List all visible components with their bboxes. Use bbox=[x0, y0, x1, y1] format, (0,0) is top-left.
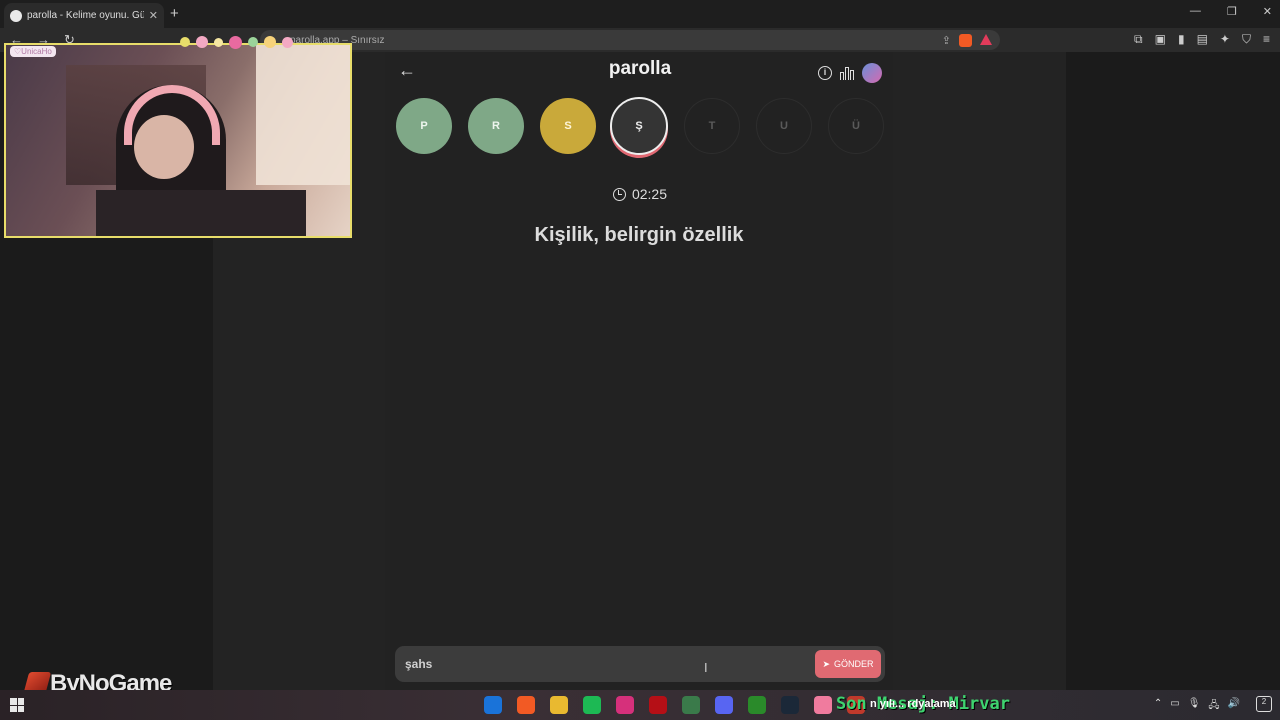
outlook-icon[interactable] bbox=[484, 696, 502, 714]
brave-icon[interactable] bbox=[517, 696, 535, 714]
letter-circle: P bbox=[396, 98, 452, 154]
letter-char: S bbox=[564, 120, 572, 132]
browser-tab[interactable]: parolla - Kelime oyunu. Günlük ✕ bbox=[4, 3, 164, 28]
screen: parolla - Kelime oyunu. Günlük ✕ + — ❐ ✕… bbox=[0, 0, 1280, 720]
right-column bbox=[893, 52, 1066, 690]
steam-icon[interactable] bbox=[781, 696, 799, 714]
stats-icon[interactable] bbox=[840, 66, 854, 80]
window-controls: — ❐ ✕ bbox=[1190, 5, 1272, 18]
windows-start-icon[interactable] bbox=[10, 698, 24, 712]
volume-icon[interactable]: 🔊 bbox=[1228, 698, 1240, 715]
letter-char: Ü bbox=[852, 120, 860, 132]
app-icon[interactable] bbox=[682, 696, 700, 714]
header-icons: i bbox=[818, 63, 882, 83]
tray-chevron-icon[interactable]: ⌃ bbox=[1154, 698, 1162, 715]
letter-circle: U bbox=[756, 98, 812, 154]
tab-close-icon[interactable]: ✕ bbox=[149, 9, 158, 22]
tray-battery-icon[interactable]: ▭ bbox=[1170, 698, 1179, 715]
leo-icon[interactable]: ✦ bbox=[1220, 32, 1230, 47]
clue-text: Kişilik, belirgin özellik bbox=[534, 224, 744, 246]
url-icons: ⇪ bbox=[942, 33, 1000, 47]
wallet-icon[interactable]: ▤ bbox=[1197, 32, 1208, 47]
minimize-button[interactable]: — bbox=[1190, 5, 1201, 18]
letter-char: Ş bbox=[635, 120, 643, 132]
letter-circle: S bbox=[540, 98, 596, 154]
letter-circle: R bbox=[468, 98, 524, 154]
text-cursor-icon: I bbox=[704, 660, 708, 675]
network-icon[interactable]: 🖧 bbox=[1208, 698, 1219, 715]
send-icon: ➤ bbox=[822, 658, 831, 669]
instagram-icon[interactable] bbox=[616, 696, 634, 714]
extensions-icon[interactable]: ⧉ bbox=[1134, 32, 1143, 47]
info-icon[interactable]: i bbox=[818, 66, 832, 80]
flower-decoration bbox=[180, 34, 360, 50]
chrome-icon[interactable] bbox=[550, 696, 568, 714]
timer-value: 02:25 bbox=[631, 186, 668, 202]
taskbar-apps bbox=[484, 696, 865, 714]
answer-bar: I ➤ GÖNDER bbox=[395, 646, 885, 682]
parolla-favicon-icon bbox=[10, 9, 22, 22]
brave-rewards-icon[interactable] bbox=[980, 33, 992, 45]
tab-strip: parolla - Kelime oyunu. Günlük ✕ + — ❐ ✕ bbox=[0, 0, 1280, 28]
letter-circle: Ü bbox=[828, 98, 884, 154]
webcam-window bbox=[256, 45, 350, 185]
letter-circle-current: Ş bbox=[610, 97, 668, 155]
xbox-icon[interactable] bbox=[748, 696, 766, 714]
taskbar: Son Mesaj: Mirvar n yılı... rdyalama ⌃ ▭… bbox=[0, 690, 1280, 720]
send-label: GÖNDER bbox=[834, 659, 874, 669]
webcam-desk bbox=[96, 190, 306, 236]
vpn-icon[interactable]: ⛉ bbox=[1242, 32, 1251, 47]
toolbar-right: ⧉ ▣ ▮ ▤ ✦ ⛉ ≡ bbox=[1134, 32, 1270, 47]
system-tray: ⌃ ▭ 🎙 🖧 🔊 bbox=[1154, 698, 1240, 715]
new-tab-button[interactable]: + bbox=[170, 5, 179, 22]
avatar[interactable] bbox=[862, 63, 882, 83]
menu-icon[interactable]: ≡ bbox=[1263, 32, 1270, 47]
answer-input[interactable] bbox=[405, 646, 705, 682]
send-button[interactable]: ➤ GÖNDER bbox=[815, 650, 881, 678]
letter-circle: T bbox=[684, 98, 740, 154]
notification-icon[interactable]: 2 bbox=[1256, 696, 1272, 712]
page-title: parolla bbox=[608, 58, 672, 79]
ticker-subtext: n yılı... rdyalama bbox=[870, 698, 956, 710]
timer: 02:25 bbox=[585, 186, 695, 202]
webcam-overlay: ♡UnicaHo bbox=[4, 43, 352, 238]
address-bar[interactable]: parolla.app – Sınırsız ⇪ bbox=[260, 30, 1000, 50]
letter-wheel: P R S Ş T U Ü bbox=[396, 97, 884, 156]
netflix-icon[interactable] bbox=[649, 696, 667, 714]
close-window-button[interactable]: ✕ bbox=[1263, 5, 1272, 18]
clock-icon bbox=[612, 187, 626, 201]
letter-char: U bbox=[780, 120, 788, 132]
sidebar-icon[interactable]: ▮ bbox=[1178, 32, 1185, 47]
letter-char: P bbox=[420, 120, 428, 132]
maximize-button[interactable]: ❐ bbox=[1227, 5, 1237, 18]
letter-char: R bbox=[492, 120, 500, 132]
discord-icon[interactable] bbox=[715, 696, 733, 714]
microphone-icon[interactable]: 🎙 bbox=[1188, 698, 1201, 715]
tab-title: parolla - Kelime oyunu. Günlük bbox=[27, 10, 144, 21]
brave-shields-icon[interactable] bbox=[959, 33, 972, 47]
letter-char: T bbox=[708, 120, 716, 132]
obs-icon[interactable] bbox=[814, 696, 832, 714]
spotify-icon[interactable] bbox=[583, 696, 601, 714]
webcam-tag: ♡UnicaHo bbox=[10, 46, 56, 57]
share-icon[interactable]: ⇪ bbox=[942, 34, 951, 47]
url-text: parolla.app – Sınırsız bbox=[290, 34, 385, 46]
back-button[interactable]: ← bbox=[398, 60, 416, 81]
screenshot-icon[interactable]: ▣ bbox=[1155, 32, 1166, 47]
